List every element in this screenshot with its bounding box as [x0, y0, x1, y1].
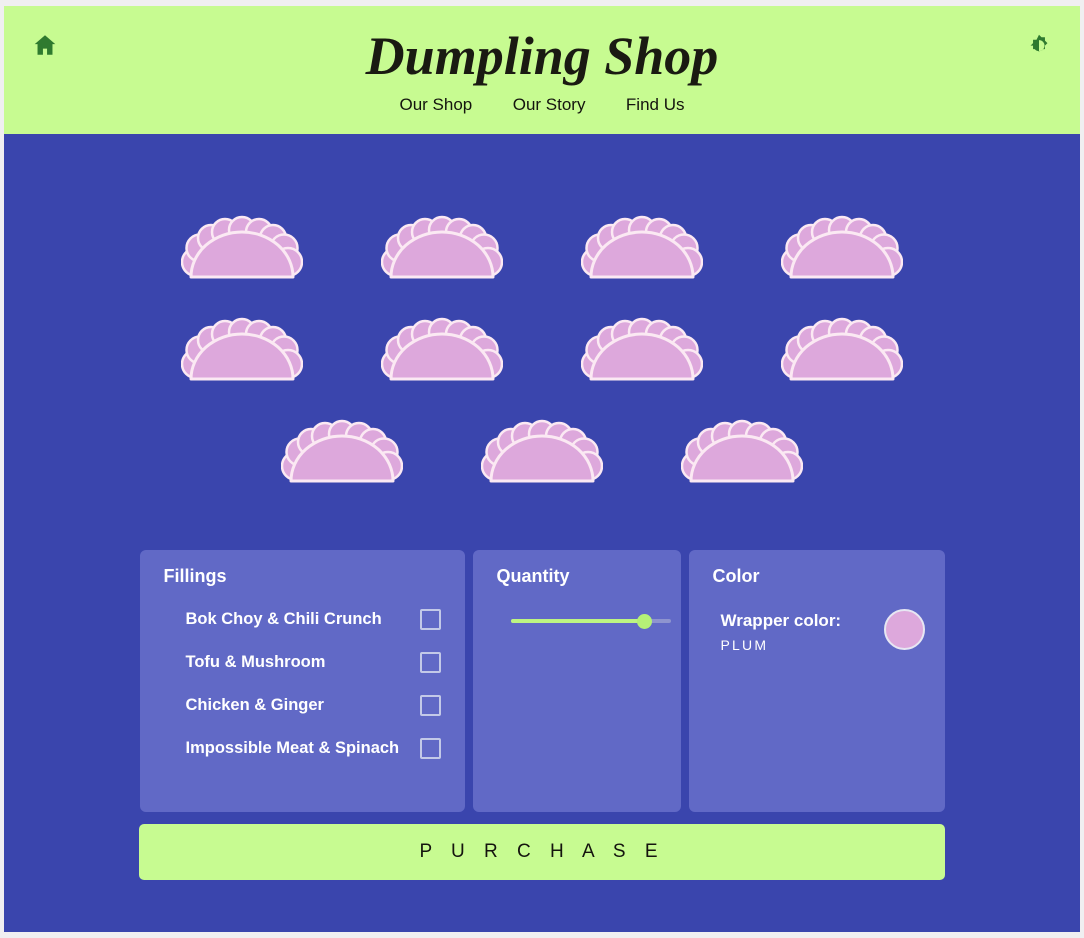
filling-checkbox[interactable] [419, 738, 441, 759]
dumpling-icon [181, 317, 303, 381]
filling-option-impossible-meat-spinach[interactable]: Impossible Meat & Spinach [186, 738, 441, 759]
dumpling [181, 312, 303, 394]
dumpling [581, 312, 703, 394]
dumpling [581, 210, 703, 292]
filling-checkbox[interactable] [419, 652, 441, 673]
brightness-toggle-icon[interactable] [1026, 32, 1052, 58]
quantity-slider[interactable] [510, 611, 671, 631]
filling-checkbox[interactable] [419, 695, 441, 716]
dumpling [681, 414, 803, 496]
filling-label: Bok Choy & Chili Crunch [185, 610, 382, 628]
dumpling-icon [681, 419, 803, 483]
home-icon[interactable] [32, 32, 58, 58]
filling-option-chicken-ginger[interactable]: Chicken & Ginger [186, 695, 441, 716]
wrapper-color-text: Wrapper color: PLUM [721, 609, 842, 653]
filling-label: Impossible Meat & Spinach [185, 739, 400, 757]
filling-label: Chicken & Ginger [185, 696, 324, 714]
quantity-panel-title: Quantity [496, 566, 570, 586]
purchase-button[interactable]: P U R C H A S E [139, 824, 945, 880]
main-nav: Our Shop Our Story Find Us [4, 95, 1080, 115]
dumpling-icon [181, 215, 303, 279]
purchase-area: P U R C H A S E [4, 824, 1080, 880]
dumpling-icon [781, 317, 903, 381]
dumpling [781, 312, 903, 394]
quantity-slider-fill [510, 619, 645, 623]
color-panel: Color Wrapper color: PLUM [688, 550, 945, 812]
dumpling-icon [581, 317, 703, 381]
nav-link-our-story[interactable]: Our Story [513, 95, 586, 115]
dumpling-icon [381, 215, 503, 279]
dumpling-icon [481, 419, 603, 483]
dumpling-row [4, 210, 1080, 292]
dumpling [381, 312, 503, 394]
dumpling [281, 414, 403, 496]
nav-link-our-shop[interactable]: Our Shop [400, 95, 473, 115]
dumpling-icon [381, 317, 503, 381]
app-root: Dumpling Shop Our Shop Our Story Find Us… [4, 6, 1080, 932]
dumpling-icon [281, 419, 403, 483]
dumpling-row [4, 312, 1080, 394]
wrapper-color-label: Wrapper color: [720, 611, 842, 630]
site-header: Dumpling Shop Our Shop Our Story Find Us [4, 6, 1080, 134]
color-panel-title: Color [712, 566, 760, 586]
dumpling-icon [781, 215, 903, 279]
dumpling [381, 210, 503, 292]
dumpling-icon [581, 215, 703, 279]
dumpling-row [4, 414, 1080, 496]
options-panels: Fillings Bok Choy & Chili Crunch Tofu & … [4, 550, 1080, 812]
filling-label: Tofu & Mushroom [185, 653, 326, 671]
quantity-slider-thumb[interactable] [637, 614, 653, 629]
quantity-panel: Quantity [472, 550, 681, 812]
nav-link-find-us[interactable]: Find Us [626, 95, 685, 115]
fillings-panel: Fillings Bok Choy & Chili Crunch Tofu & … [139, 550, 465, 812]
dumpling [181, 210, 303, 292]
filling-checkbox[interactable] [419, 609, 441, 630]
dumpling-preview [4, 134, 1080, 550]
page-title: Dumpling Shop [365, 26, 719, 86]
wrapper-color-value: PLUM [720, 637, 769, 653]
filling-option-tofu-mushroom[interactable]: Tofu & Mushroom [186, 652, 441, 673]
wrapper-color-swatch[interactable] [883, 609, 925, 650]
wrapper-color-row: Wrapper color: PLUM [721, 609, 925, 653]
dumpling [481, 414, 603, 496]
filling-option-bok-choy-chili-crunch[interactable]: Bok Choy & Chili Crunch [186, 609, 441, 630]
dumpling [781, 210, 903, 292]
fillings-panel-title: Fillings [163, 566, 227, 586]
